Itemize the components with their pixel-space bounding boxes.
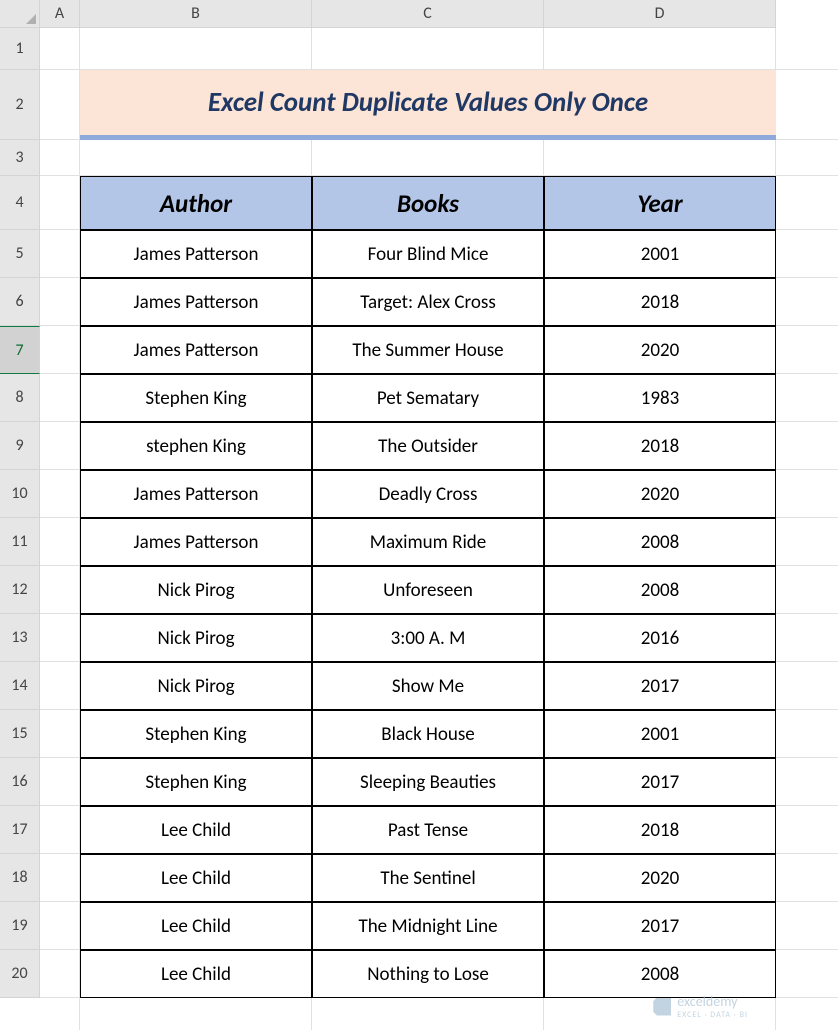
cell-C12[interactable]: Unforeseen bbox=[312, 566, 544, 614]
row-header-19[interactable]: 19 bbox=[0, 902, 40, 950]
row-header-18[interactable]: 18 bbox=[0, 854, 40, 902]
cell-D12[interactable]: 2008 bbox=[544, 566, 776, 614]
grid-area[interactable]: Excel Count Duplicate Values Only Once A… bbox=[40, 28, 838, 1030]
cell-B7[interactable]: James Patterson bbox=[80, 326, 312, 374]
cell-D20[interactable]: 2008 bbox=[544, 950, 776, 998]
title-text: Excel Count Duplicate Values Only Once bbox=[208, 86, 648, 119]
table-header-C[interactable]: Books bbox=[312, 176, 544, 230]
row-header-11[interactable]: 11 bbox=[0, 518, 40, 566]
cell-B8[interactable]: Stephen King bbox=[80, 374, 312, 422]
cell-D14[interactable]: 2017 bbox=[544, 662, 776, 710]
column-header-C[interactable]: C bbox=[312, 0, 544, 28]
cell-C5[interactable]: Four Blind Mice bbox=[312, 230, 544, 278]
cell-D10[interactable]: 2020 bbox=[544, 470, 776, 518]
cell-D7[interactable]: 2020 bbox=[544, 326, 776, 374]
watermark-logo-icon bbox=[653, 998, 671, 1016]
row-header-17[interactable]: 17 bbox=[0, 806, 40, 854]
title-cell[interactable]: Excel Count Duplicate Values Only Once bbox=[80, 70, 776, 140]
cell-C11[interactable]: Maximum Ride bbox=[312, 518, 544, 566]
row-header-2[interactable]: 2 bbox=[0, 70, 40, 140]
row-header-6[interactable]: 6 bbox=[0, 278, 40, 326]
select-all-button[interactable] bbox=[0, 0, 40, 28]
row-header-7[interactable]: 7 bbox=[0, 326, 40, 374]
cell-B11[interactable]: James Patterson bbox=[80, 518, 312, 566]
cell-D5[interactable]: 2001 bbox=[544, 230, 776, 278]
column-header-D[interactable]: D bbox=[544, 0, 776, 28]
row-header-8[interactable]: 8 bbox=[0, 374, 40, 422]
cell-D9[interactable]: 2018 bbox=[544, 422, 776, 470]
row-header-20[interactable]: 20 bbox=[0, 950, 40, 998]
cell-C18[interactable]: The Sentinel bbox=[312, 854, 544, 902]
cell-D17[interactable]: 2018 bbox=[544, 806, 776, 854]
cell-C9[interactable]: The Outsider bbox=[312, 422, 544, 470]
watermark: exceldemy EXCEL · DATA · BI bbox=[653, 993, 748, 1020]
cell-D6[interactable]: 2018 bbox=[544, 278, 776, 326]
cell-D16[interactable]: 2017 bbox=[544, 758, 776, 806]
cell-B18[interactable]: Lee Child bbox=[80, 854, 312, 902]
row-header-10[interactable]: 10 bbox=[0, 470, 40, 518]
cell-C19[interactable]: The Midnight Line bbox=[312, 902, 544, 950]
cell-B19[interactable]: Lee Child bbox=[80, 902, 312, 950]
cell-D19[interactable]: 2017 bbox=[544, 902, 776, 950]
row-header-9[interactable]: 9 bbox=[0, 422, 40, 470]
cell-C17[interactable]: Past Tense bbox=[312, 806, 544, 854]
cell-C6[interactable]: Target: Alex Cross bbox=[312, 278, 544, 326]
cell-C15[interactable]: Black House bbox=[312, 710, 544, 758]
cell-C14[interactable]: Show Me bbox=[312, 662, 544, 710]
watermark-tag: EXCEL · DATA · BI bbox=[677, 1010, 748, 1020]
cell-B15[interactable]: Stephen King bbox=[80, 710, 312, 758]
row-header-4[interactable]: 4 bbox=[0, 176, 40, 230]
cell-D11[interactable]: 2008 bbox=[544, 518, 776, 566]
table-header-B[interactable]: Author bbox=[80, 176, 312, 230]
cell-D15[interactable]: 2001 bbox=[544, 710, 776, 758]
cell-C16[interactable]: Sleeping Beauties bbox=[312, 758, 544, 806]
cell-D18[interactable]: 2020 bbox=[544, 854, 776, 902]
row-header-1[interactable]: 1 bbox=[0, 28, 40, 70]
spreadsheet: ABCD 1234567891011121314151617181920 Exc… bbox=[0, 0, 838, 1030]
row-header-12[interactable]: 12 bbox=[0, 566, 40, 614]
cell-C13[interactable]: 3:00 A. M bbox=[312, 614, 544, 662]
row-header-3[interactable]: 3 bbox=[0, 140, 40, 176]
cell-C8[interactable]: Pet Sematary bbox=[312, 374, 544, 422]
cell-B5[interactable]: James Patterson bbox=[80, 230, 312, 278]
watermark-brand: exceldemy bbox=[677, 993, 737, 1010]
row-header-13[interactable]: 13 bbox=[0, 614, 40, 662]
table-header-D[interactable]: Year bbox=[544, 176, 776, 230]
cell-B13[interactable]: Nick Pirog bbox=[80, 614, 312, 662]
cell-B12[interactable]: Nick Pirog bbox=[80, 566, 312, 614]
cell-B20[interactable]: Lee Child bbox=[80, 950, 312, 998]
cell-B14[interactable]: Nick Pirog bbox=[80, 662, 312, 710]
cell-D13[interactable]: 2016 bbox=[544, 614, 776, 662]
row-header-14[interactable]: 14 bbox=[0, 662, 40, 710]
column-header-B[interactable]: B bbox=[80, 0, 312, 28]
column-header-A[interactable]: A bbox=[40, 0, 80, 28]
cell-B9[interactable]: stephen King bbox=[80, 422, 312, 470]
cell-C20[interactable]: Nothing to Lose bbox=[312, 950, 544, 998]
row-header-5[interactable]: 5 bbox=[0, 230, 40, 278]
row-header-15[interactable]: 15 bbox=[0, 710, 40, 758]
cell-C7[interactable]: The Summer House bbox=[312, 326, 544, 374]
cell-B17[interactable]: Lee Child bbox=[80, 806, 312, 854]
cell-B10[interactable]: James Patterson bbox=[80, 470, 312, 518]
row-header-16[interactable]: 16 bbox=[0, 758, 40, 806]
cell-B6[interactable]: James Patterson bbox=[80, 278, 312, 326]
cell-C10[interactable]: Deadly Cross bbox=[312, 470, 544, 518]
cell-D8[interactable]: 1983 bbox=[544, 374, 776, 422]
cell-B16[interactable]: Stephen King bbox=[80, 758, 312, 806]
